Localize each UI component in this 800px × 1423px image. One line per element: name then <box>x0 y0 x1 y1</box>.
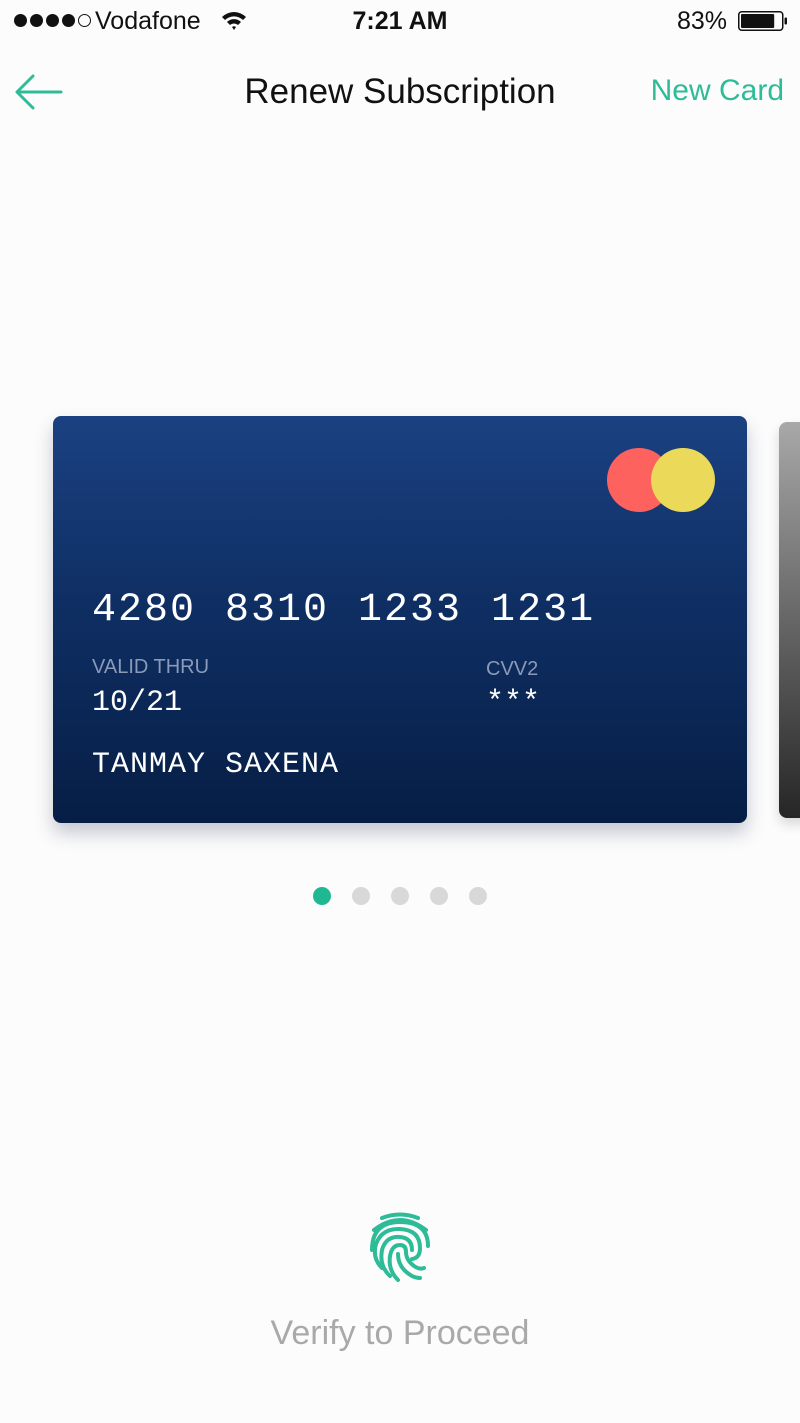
page-dot-active[interactable] <box>313 887 331 905</box>
new-card-button[interactable]: New Card <box>651 74 784 108</box>
valid-thru-value: 10/21 <box>92 686 183 720</box>
page-dot[interactable] <box>430 887 448 905</box>
cvv-value: *** <box>486 686 541 720</box>
status-bar: Vodafone 7:21 AM 83% <box>0 0 800 44</box>
verify-to-proceed-button[interactable]: Verify to Proceed <box>0 1314 800 1353</box>
nav-bar: Renew Subscription New Card <box>0 60 800 126</box>
battery-icon <box>738 11 787 31</box>
next-card-peek[interactable] <box>779 422 800 818</box>
page-dot[interactable] <box>352 887 370 905</box>
card-number: 4280 8310 1233 1231 <box>92 588 596 633</box>
credit-card[interactable]: 4280 8310 1233 1231 VALID THRU 10/21 CVV… <box>53 416 747 823</box>
cardholder-name: TANMAY SAXENA <box>92 748 340 782</box>
mastercard-logo-icon <box>607 448 715 512</box>
page-dot[interactable] <box>469 887 487 905</box>
cvv-label: CVV2 <box>486 658 539 680</box>
page-indicator <box>0 887 800 905</box>
fingerprint-icon[interactable] <box>368 1212 432 1284</box>
valid-thru-label: VALID THRU <box>92 656 210 678</box>
battery-percent: 83% <box>676 7 727 35</box>
page-dot[interactable] <box>391 887 409 905</box>
logo-circle-yellow <box>651 448 715 512</box>
